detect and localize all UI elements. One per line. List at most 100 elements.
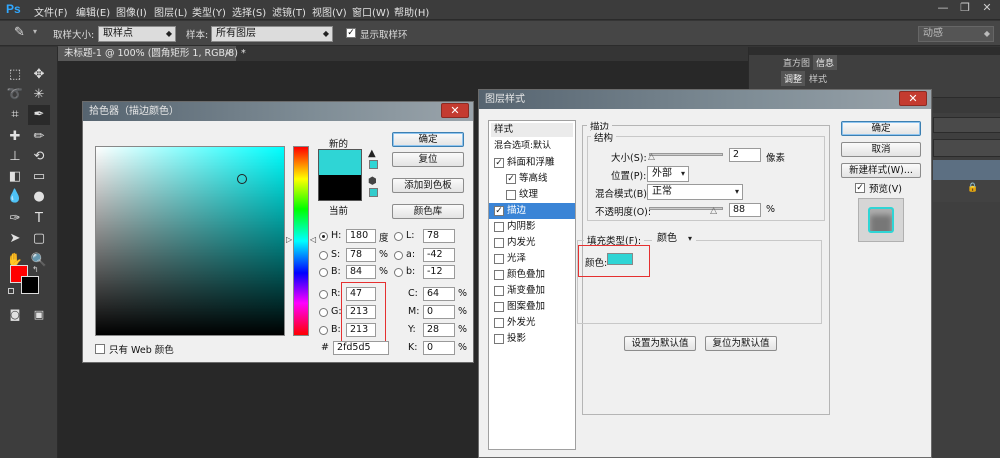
style-item-checkbox[interactable]: ✓ [494,158,504,168]
selected-layer-row[interactable] [933,160,1000,180]
sample-size-select[interactable]: 取样点 ◆ [98,26,176,42]
layer-style-ok-button[interactable]: 确定 [841,121,921,136]
style-item[interactable]: 内阴影 [489,219,575,235]
menu-help[interactable]: 帮助(H) [394,4,429,19]
path-select-icon[interactable]: ➤ [4,229,26,249]
quick-mask-icon[interactable]: ◙ [4,305,26,325]
reset-button[interactable]: 复位 [392,152,464,167]
opacity-slider-thumb[interactable]: △ [710,206,717,216]
style-item[interactable]: 外发光 [489,315,575,331]
fill-type-select[interactable]: 颜色 ▾ [652,231,696,247]
position-select[interactable]: 外部 ▾ [647,166,689,182]
hue-input[interactable]: 180 [346,229,376,243]
color-picker-close-button[interactable]: ✕ [441,103,469,118]
hue-slider-right-arrow[interactable]: ◁ [310,235,316,244]
style-item-checkbox[interactable] [494,254,504,264]
lab-b-input[interactable]: -12 [423,265,455,279]
lasso-tool-icon[interactable]: ➰ [4,85,26,105]
saturation-radio[interactable] [319,251,328,260]
color-field[interactable] [95,146,285,336]
size-slider[interactable] [649,153,723,156]
styles-header[interactable]: 样式 [491,123,573,137]
style-item-checkbox[interactable] [494,334,504,344]
close-window-button[interactable]: ✕ [978,1,996,15]
minimize-button[interactable]: — [934,1,952,15]
color-field-cursor[interactable] [237,174,247,184]
menu-layer[interactable]: 图层(L) [154,4,187,19]
shape-tool-icon[interactable]: ▢ [28,229,50,249]
tab-styles[interactable]: 样式 [809,72,827,85]
eyedropper-tool-icon[interactable]: ✒ [28,105,50,125]
style-item[interactable]: 纹理 [489,187,575,203]
chevron-down-icon[interactable]: ▾ [33,27,37,36]
history-brush-icon[interactable]: ⟲ [28,147,50,167]
eyedropper-icon[interactable]: ✎ [14,25,25,40]
style-item-checkbox[interactable] [494,302,504,312]
menu-window[interactable]: 窗口(W) [352,4,390,19]
lightness-input[interactable]: 78 [423,229,455,243]
blend-mode-select[interactable]: 正常 ▾ [647,184,743,200]
hue-slider-left-arrow[interactable]: ▷ [286,235,292,244]
blur-tool-icon[interactable]: 💧 [4,187,26,207]
brightness-radio[interactable] [319,268,328,277]
swap-colors-icon[interactable]: ↰ [32,265,39,274]
hex-input[interactable]: 2fd5d5 [333,341,389,355]
web-colors-checkbox[interactable] [95,344,105,354]
size-input[interactable]: 2 [729,148,761,162]
gamut-color-swatch[interactable] [369,160,378,169]
tab-info[interactable]: 信息 [813,55,838,70]
default-colors-icon[interactable] [8,288,14,294]
menu-type[interactable]: 类型(Y) [192,4,226,19]
brightness-input[interactable]: 84 [346,265,376,279]
style-item[interactable]: 渐变叠加 [489,283,575,299]
style-item-checkbox[interactable] [494,318,504,328]
green-radio[interactable] [319,308,328,317]
style-item-checkbox[interactable] [506,190,516,200]
saturation-input[interactable]: 78 [346,248,376,262]
close-tab-icon[interactable]: × [224,46,232,61]
lab-a-input[interactable]: -42 [423,248,455,262]
style-item[interactable]: 内发光 [489,235,575,251]
web-safe-color-swatch[interactable] [369,188,378,197]
black-input[interactable]: 0 [423,341,455,355]
tab-adjustments[interactable]: 调整 [781,71,806,86]
style-item[interactable]: 图案叠加 [489,299,575,315]
gradient-tool-icon[interactable]: ▭ [28,167,50,187]
style-item[interactable]: 光泽 [489,251,575,267]
preview-checkbox[interactable]: ✓ [855,183,865,193]
blend-options-item[interactable]: 混合选项:默认 [491,139,573,153]
new-style-button[interactable]: 新建样式(W)... [841,163,921,178]
maximize-button[interactable]: ❐ [956,1,974,15]
clone-stamp-icon[interactable]: ⊥ [4,147,26,167]
menu-image[interactable]: 图像(I) [116,4,147,19]
style-item[interactable]: 颜色叠加 [489,267,575,283]
blue-radio[interactable] [319,326,328,335]
hue-slider[interactable] [293,146,309,336]
lightness-radio[interactable] [394,232,403,241]
cyan-input[interactable]: 64 [423,287,455,301]
size-slider-thumb[interactable]: △ [648,152,655,162]
sample-select[interactable]: 所有图层 ◆ [211,26,333,42]
layer-style-cancel-button[interactable]: 取消 [841,142,921,157]
hue-radio[interactable] [319,232,328,241]
ok-button[interactable]: 确定 [392,132,464,147]
menu-view[interactable]: 视图(V) [312,4,347,19]
color-libraries-button[interactable]: 颜色库 [392,204,464,219]
opacity-input[interactable]: 88 [729,203,761,217]
tab-histogram[interactable]: 直方图 [783,56,810,69]
style-item-checkbox[interactable] [494,222,504,232]
layer-style-close-button[interactable]: ✕ [899,91,927,106]
eraser-tool-icon[interactable]: ◧ [4,167,26,187]
current-color-swatch[interactable] [318,175,362,201]
style-item[interactable]: ✓ 斜面和浮雕 [489,155,575,171]
document-tab[interactable]: 未标题-1 @ 100% (圆角矩形 1, RGB/8) * [58,46,246,61]
show-ring-checkbox[interactable]: ✓ [346,28,356,38]
magenta-input[interactable]: 0 [423,305,455,319]
lab-a-radio[interactable] [394,251,403,260]
brush-tool-icon[interactable]: ✏ [28,127,50,147]
magic-wand-icon[interactable]: ✳ [28,85,50,105]
dodge-tool-icon[interactable]: ● [28,187,50,207]
style-item[interactable]: ✓ 等高线 [489,171,575,187]
style-item[interactable]: 投影 [489,331,575,347]
red-radio[interactable] [319,290,328,299]
